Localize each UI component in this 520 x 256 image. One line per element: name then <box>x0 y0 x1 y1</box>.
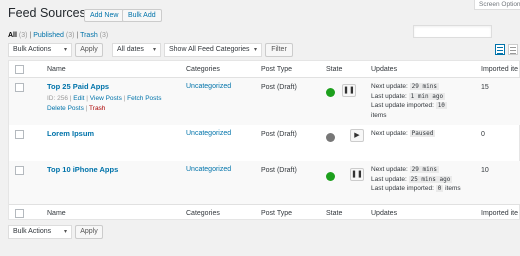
state-indicator-icon <box>326 172 335 181</box>
list-view-icon[interactable] <box>495 44 505 55</box>
table-row: Top 10 iPhone Apps Uncategorized Post (D… <box>9 161 520 205</box>
last-imported-label: Last update imported: <box>371 102 434 109</box>
table-header-row: Name Categories Post Type State Updates … <box>9 61 520 78</box>
view-published[interactable]: Published <box>33 32 64 39</box>
column-state-footer: State <box>326 210 343 217</box>
row-checkbox[interactable] <box>15 166 24 175</box>
column-categories-footer: Categories <box>186 210 220 217</box>
column-updates-header: Updates <box>371 66 398 73</box>
view-trash[interactable]: Trash <box>80 32 98 39</box>
pause-button[interactable]: ❚❚ <box>350 168 364 181</box>
bulk-actions-value: Bulk Actions <box>13 46 52 53</box>
next-update-value: 29 mins <box>409 166 439 173</box>
last-update-label: Last update: <box>371 175 407 183</box>
category-link[interactable]: Uncategorized <box>186 83 231 90</box>
dropdown-arrow-icon: ▾ <box>253 47 257 53</box>
items-label: items <box>445 185 461 192</box>
imported-count: 10 <box>481 167 489 174</box>
play-button[interactable]: ▶ <box>350 129 364 142</box>
feed-sources-table: Name Categories Post Type State Updates … <box>8 60 520 220</box>
update-info: Next update: Paused <box>371 129 436 139</box>
table-row: Lorem Ipsum Uncategorized Post (Draft) ▶… <box>9 125 520 161</box>
table-row: Top 25 Paid Apps ID: 256 | Edit | View P… <box>9 78 520 125</box>
last-update-label: Last update: <box>371 92 407 100</box>
apply-button[interactable]: Apply <box>75 43 103 57</box>
view-trash-count: (3) <box>99 32 109 39</box>
dropdown-arrow-icon: ▾ <box>152 47 156 53</box>
select-all-checkbox[interactable] <box>15 209 24 218</box>
feed-name-link[interactable]: Lorem Ipsum <box>47 129 94 138</box>
view-filters: All (3) | Published (3) | Trash (3) <box>8 32 108 39</box>
view-separator: | <box>29 32 32 39</box>
apply-button-bottom[interactable]: Apply <box>75 225 103 239</box>
row-checkbox[interactable] <box>15 130 24 139</box>
bulk-actions-select-bottom[interactable]: Bulk Actions ▾ <box>8 225 72 239</box>
update-info: Next update: 29 mins Last update: 25 min… <box>371 165 461 194</box>
page-title: Feed Sources <box>8 6 86 20</box>
column-imported-header: Imported ite <box>481 66 518 73</box>
edit-link[interactable]: Edit <box>73 95 84 102</box>
category-link[interactable]: Uncategorized <box>186 130 231 137</box>
categories-value: Show All Feed Categories <box>169 46 250 53</box>
table-footer-row: Name Categories Post Type State Updates … <box>9 204 520 221</box>
next-update-value: Paused <box>409 130 436 137</box>
column-imported-footer: Imported ite <box>481 210 518 217</box>
search-input[interactable] <box>413 25 492 38</box>
view-all[interactable]: All <box>8 32 17 39</box>
state-indicator-icon <box>326 133 335 142</box>
column-state-header: State <box>326 66 343 73</box>
last-update-value: 25 mins ago <box>408 175 453 183</box>
fetch-posts-link[interactable]: Fetch Posts <box>127 95 161 102</box>
next-update-label: Next update: <box>371 166 408 173</box>
trash-link[interactable]: Trash <box>89 105 105 112</box>
next-update-value: 29 mins <box>409 83 439 90</box>
pause-button[interactable]: ❚❚ <box>342 84 356 97</box>
imported-count: 0 <box>481 131 485 138</box>
bulk-actions-select[interactable]: Bulk Actions ▾ <box>8 43 72 57</box>
select-all-checkbox[interactable] <box>15 65 24 74</box>
categories-select[interactable]: Show All Feed Categories ▾ <box>164 43 262 57</box>
column-post-type-footer: Post Type <box>261 210 293 217</box>
post-type: Post (Draft) <box>261 131 297 138</box>
row-actions: Delete Posts | Trash <box>47 105 106 112</box>
bulk-actions-value: Bulk Actions <box>13 228 52 235</box>
view-all-count: (3) <box>18 32 28 39</box>
view-posts-link[interactable]: View Posts <box>90 95 122 102</box>
feed-id: ID: 256 <box>47 95 68 102</box>
feed-name-link[interactable]: Top 25 Paid Apps <box>47 82 109 91</box>
column-updates-footer: Updates <box>371 210 398 217</box>
view-separator: | <box>76 32 79 39</box>
update-info: Next update: 29 mins Last update: 1 min … <box>371 82 447 120</box>
column-name-footer[interactable]: Name <box>47 210 66 217</box>
dates-value: All dates <box>117 46 144 53</box>
feed-name-link[interactable]: Top 10 iPhone Apps <box>47 165 118 174</box>
post-type: Post (Draft) <box>261 167 297 174</box>
row-actions: ID: 256 | Edit | View Posts | Fetch Post… <box>47 95 162 102</box>
items-label: items <box>371 111 387 119</box>
last-update-value: 1 min ago <box>408 92 446 100</box>
last-imported-value: 10 <box>435 102 447 109</box>
last-imported-label: Last update imported: <box>371 185 434 192</box>
next-update-label: Next update: <box>371 83 408 90</box>
column-post-type-header: Post Type <box>261 66 293 73</box>
last-imported-value: 0 <box>435 185 444 192</box>
screen-options-tab[interactable]: Screen Options <box>474 0 520 10</box>
row-checkbox[interactable] <box>15 83 24 92</box>
imported-count: 15 <box>481 84 489 91</box>
column-categories-header: Categories <box>186 66 220 73</box>
add-new-button[interactable]: Add New <box>84 9 125 22</box>
excerpt-view-icon[interactable] <box>508 44 518 55</box>
column-name-header[interactable]: Name <box>47 66 66 73</box>
dropdown-arrow-icon: ▾ <box>63 47 67 53</box>
filter-button[interactable]: Filter <box>265 43 293 57</box>
delete-posts-link[interactable]: Delete Posts <box>47 105 84 112</box>
dropdown-arrow-icon: ▾ <box>63 229 67 235</box>
category-link[interactable]: Uncategorized <box>186 166 231 173</box>
state-indicator-icon <box>326 88 335 97</box>
post-type: Post (Draft) <box>261 84 297 91</box>
view-published-count: (3) <box>65 32 75 39</box>
bulk-add-button[interactable]: Bulk Add <box>122 9 162 22</box>
dates-select[interactable]: All dates ▾ <box>112 43 161 57</box>
next-update-label: Next update: <box>371 130 408 137</box>
